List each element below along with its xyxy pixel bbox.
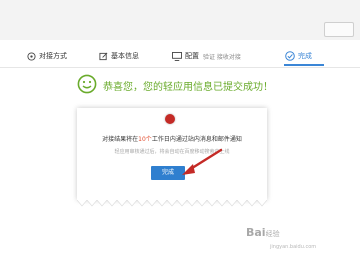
- watermark-logo: Bai经验: [246, 226, 280, 239]
- annotation-arrow: [182, 148, 223, 175]
- watermark-url: jingyan.baidu.com: [270, 244, 317, 250]
